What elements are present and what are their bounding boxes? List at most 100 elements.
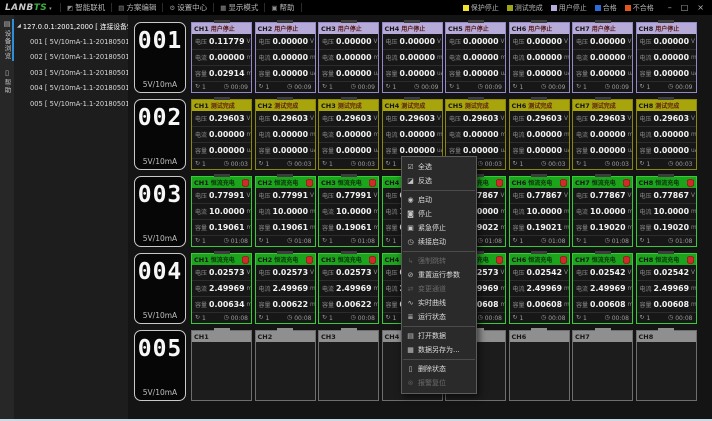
channel-card[interactable]: CH3测试完成电压0.29603V电流0.00000mA容量0.00000uAh… bbox=[318, 99, 379, 170]
channel-card[interactable]: CH2测试完成电压0.29603V电流0.00000mA容量0.00000uAh… bbox=[255, 99, 316, 170]
clock-icon: ◷ bbox=[223, 238, 228, 244]
voltage-row: 电压0.29603V bbox=[446, 111, 505, 127]
channel-card[interactable]: CH7用户停止电压0.00000V电流0.00000mA容量0.00000uAh… bbox=[572, 22, 633, 93]
context-menu-item-select-all[interactable]: ☑全选 bbox=[402, 160, 476, 174]
channel-card[interactable]: CH4用户停止电压0.00000V电流0.00000mA容量0.00000uAh… bbox=[382, 22, 443, 93]
channel-card[interactable]: CH6恒流充电电压0.77867V电流10.0000mA容量0.19021mAh… bbox=[509, 176, 570, 247]
cycle-icon: ↻ bbox=[449, 84, 454, 90]
metric-unit: mA bbox=[501, 209, 505, 215]
metric-label: 电流 bbox=[259, 207, 271, 216]
context-menu-item-reset-run-params[interactable]: ⊘重置运行参数 bbox=[402, 268, 476, 282]
legend-item-test-done: 测试完成 bbox=[507, 3, 543, 13]
channel-card[interactable]: CH5用户停止电压0.00000V电流0.00000mA容量0.00000uAh… bbox=[445, 22, 506, 93]
context-menu-item-open-data[interactable]: ▤打开数据 bbox=[402, 329, 476, 343]
sidebar-tab-device-browser[interactable]: ▤设备浏览 bbox=[0, 19, 14, 61]
context-menu-item-realtime-curve[interactable]: ∿实时曲线 bbox=[402, 296, 476, 310]
context-menu-item-invert-selection[interactable]: ◪反选 bbox=[402, 174, 476, 188]
metric-unit: V bbox=[374, 116, 378, 122]
channel-card[interactable]: CH8恒流充电电压0.77867V电流10.0000mA容量0.19020mAh… bbox=[636, 176, 697, 247]
metric-unit: mAh bbox=[247, 302, 251, 308]
channel-card[interactable]: CH2用户停止电压0.00000V电流0.00000mA容量0.00000uAh… bbox=[255, 22, 316, 93]
device-display[interactable]: 0025V/10mA bbox=[134, 99, 186, 170]
context-menu-item-start[interactable]: ◉启动 bbox=[402, 193, 476, 207]
metric-unit: V bbox=[628, 39, 632, 45]
channel-card[interactable]: CH7 bbox=[572, 330, 633, 401]
channel-card[interactable]: CH1恒流充电电压0.02573V电流2.49969mA容量0.00634mAh… bbox=[191, 253, 252, 324]
menubar-item-smart-connect[interactable]: ◩智能联机 bbox=[60, 3, 111, 12]
metric-label: 电压 bbox=[195, 191, 207, 200]
channel-card[interactable]: CH1 bbox=[191, 330, 252, 401]
context-menu-item-resume-start[interactable]: ◷续接启动 bbox=[402, 235, 476, 249]
channel-card[interactable]: CH3用户停止电压0.00000V电流0.00000mA容量0.00000uAh… bbox=[318, 22, 379, 93]
close-button[interactable]: × bbox=[697, 4, 704, 12]
channel-label: CH2 bbox=[258, 179, 273, 187]
channel-card[interactable]: CH6 bbox=[509, 330, 570, 401]
capacity-row: 容量0.00608mAh bbox=[637, 297, 696, 313]
channel-footer: ↻1◷01:08 bbox=[637, 236, 696, 246]
capacity-row: 容量0.00622mAh bbox=[256, 297, 315, 313]
sidebar-tab-help-tab[interactable]: ▯帮助 bbox=[0, 68, 14, 95]
minimize-button[interactable]: – bbox=[668, 4, 672, 12]
channel-card[interactable]: CH1用户停止电压0.11779V电流0.00000mA容量0.02914mAh… bbox=[191, 22, 252, 93]
channel-state: 恒流充电 bbox=[592, 178, 616, 187]
channel-card[interactable]: CH8恒流充电电压0.02542V电流2.49969mA容量0.00608mAh… bbox=[636, 253, 697, 324]
context-menu-item-save-data-as[interactable]: ▦数据另存为... bbox=[402, 343, 476, 357]
current-row: 电流10.0000mA bbox=[319, 204, 378, 220]
capacity-row: 容量0.00000uAh bbox=[573, 66, 632, 82]
channel-card[interactable]: CH3恒流充电电压0.02573V电流2.49969mA容量0.00622mAh… bbox=[318, 253, 379, 324]
context-menu-separator bbox=[403, 326, 475, 327]
channel-label: CH3 bbox=[321, 179, 336, 187]
cycle-count: 1 bbox=[520, 161, 524, 168]
channel-card[interactable]: CH6测试完成电压0.29603V电流0.00000mA容量0.00000uAh… bbox=[509, 99, 570, 170]
channel-header: CH6恒流充电 bbox=[510, 254, 569, 265]
metric-unit: uAh bbox=[501, 148, 505, 154]
metric-label: 容量 bbox=[576, 300, 588, 309]
tree-item-device[interactable]: 005 [ 5V/10mA-1.1-20180501005 ] bbox=[17, 97, 127, 112]
tree-root[interactable]: ◢127.0.0.1:2001,2000 [ 连接设备5 台 ] bbox=[17, 21, 127, 31]
metric-label: 容量 bbox=[195, 223, 207, 232]
channel-card[interactable]: CH8 bbox=[636, 330, 697, 401]
device-display[interactable]: 0045V/10mA bbox=[134, 253, 186, 324]
channel-card[interactable]: CH6用户停止电压0.00000V电流0.00000mA容量0.00000uAh… bbox=[509, 22, 570, 93]
metric-label: 电压 bbox=[195, 114, 207, 123]
capacity-row: 容量0.00000uAh bbox=[383, 66, 442, 82]
channel-card[interactable]: CH3恒流充电电压0.77991V电流10.0000mA容量0.19061mAh… bbox=[318, 176, 379, 247]
channel-card[interactable]: CH7恒流充电电压0.77867V电流10.0000mA容量0.19020mAh… bbox=[572, 176, 633, 247]
channel-card[interactable]: CH8测试完成电压0.29603V电流0.00000mA容量0.00000uAh… bbox=[636, 99, 697, 170]
time-value: 00:08 bbox=[612, 315, 629, 322]
menubar-item-help[interactable]: ▣帮助 bbox=[264, 3, 301, 12]
metric-unit: mA bbox=[628, 209, 632, 215]
device-display[interactable]: 0035V/10mA bbox=[134, 176, 186, 247]
menubar-item-plan-editor[interactable]: ▤方案编辑 bbox=[111, 3, 162, 12]
context-menu-item-stop[interactable]: ◙停止 bbox=[402, 207, 476, 221]
tree-item-device[interactable]: 001 [ 5V/10mA-1.1-20180501001 ] bbox=[17, 35, 127, 50]
channel-card[interactable]: CH3 bbox=[318, 330, 379, 401]
voltage-row: 电压0.02573V bbox=[256, 265, 315, 281]
context-menu-item-delete-status[interactable]: ▯删除状态 bbox=[402, 362, 476, 376]
channel-card[interactable]: CH8用户停止电压0.00000V电流0.00000mA容量0.00000uAh… bbox=[636, 22, 697, 93]
context-menu-item-run-status[interactable]: ≣运行状态 bbox=[402, 310, 476, 324]
capacity-row: 容量0.19021mAh bbox=[510, 220, 569, 236]
channel-card[interactable]: CH7恒流充电电压0.02542V电流2.49969mA容量0.00608mAh… bbox=[572, 253, 633, 324]
menubar-item-settings-center[interactable]: ⚙设置中心 bbox=[162, 3, 213, 12]
channel-card[interactable]: CH2恒流充电电压0.77991V电流10.0000mA容量0.19061mAh… bbox=[255, 176, 316, 247]
device-number: 002 bbox=[138, 107, 183, 130]
card-top-tab bbox=[531, 20, 547, 23]
time-value: 00:03 bbox=[358, 161, 375, 168]
channel-card[interactable]: CH1恒流充电电压0.77991V电流10.0000mA容量0.19061mAh… bbox=[191, 176, 252, 247]
channel-card[interactable]: CH7测试完成电压0.29603V电流0.00000mA容量0.00000uAh… bbox=[572, 99, 633, 170]
channel-card[interactable]: CH1测试完成电压0.29603V电流0.00000mA容量0.00000uAh… bbox=[191, 99, 252, 170]
menubar-item-display-mode[interactable]: ▦显示模式 bbox=[213, 3, 264, 12]
channel-label: CH4 bbox=[385, 179, 400, 187]
tree-item-device[interactable]: 002 [ 5V/10mA-1.1-20180501002 ] bbox=[17, 50, 127, 65]
channel-card[interactable]: CH2 bbox=[255, 330, 316, 401]
tree-item-device[interactable]: 003 [ 5V/10mA-1.1-20180501003 ] bbox=[17, 66, 127, 81]
device-display[interactable]: 0015V/10mA bbox=[134, 22, 186, 93]
channel-header: CH7恒流充电 bbox=[573, 254, 632, 265]
restore-button[interactable]: □ bbox=[681, 4, 689, 12]
channel-card[interactable]: CH6恒流充电电压0.02542V电流2.49969mA容量0.00608mAh… bbox=[509, 253, 570, 324]
device-display[interactable]: 0055V/10mA bbox=[134, 330, 186, 401]
channel-card[interactable]: CH2恒流充电电压0.02573V电流2.49969mA容量0.00622mAh… bbox=[255, 253, 316, 324]
context-menu-item-emergency-stop[interactable]: ▣紧急停止 bbox=[402, 221, 476, 235]
tree-item-device[interactable]: 004 [ 5V/10mA-1.1-20180501004 ] bbox=[17, 81, 127, 96]
